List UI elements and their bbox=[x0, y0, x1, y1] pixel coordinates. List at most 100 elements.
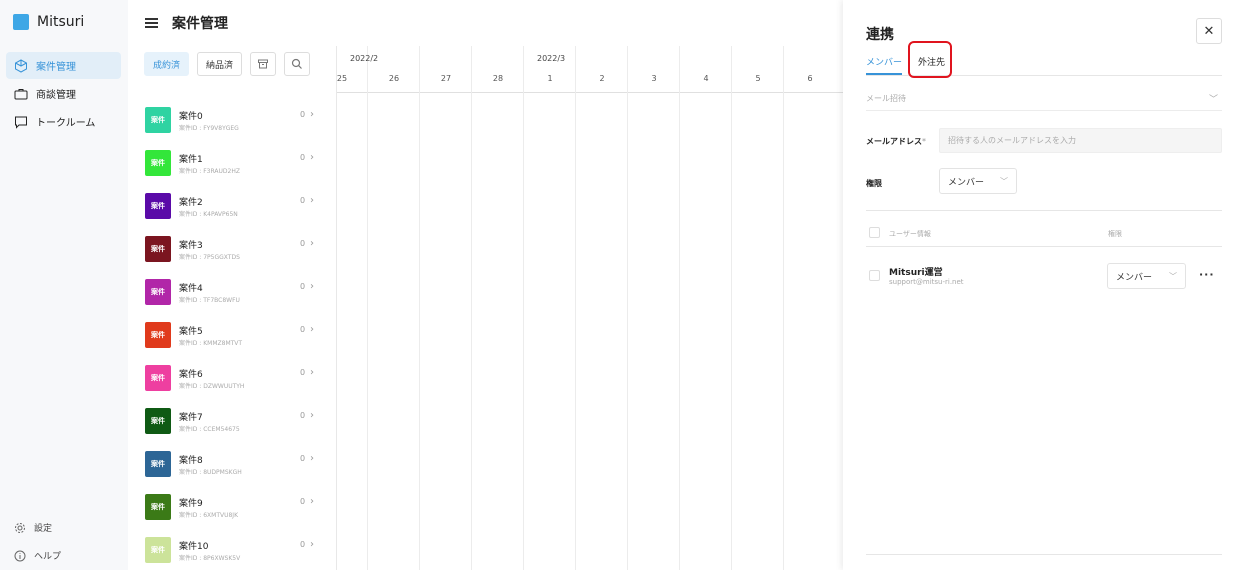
chevron-right-icon[interactable]: › bbox=[310, 324, 314, 335]
list-item[interactable]: 案件 案件9 案件ID : 6XMTVU8JK 0 › bbox=[144, 490, 320, 533]
case-badge: 案件 bbox=[145, 494, 171, 520]
app-window: Mitsuri 案件管理 商談管理 トークルーム 設定 ヘルプ 案件管理 成約済… bbox=[0, 0, 1236, 570]
list-item[interactable]: 案件 案件6 案件ID : DZWWUUTYH 0 › bbox=[144, 361, 320, 404]
email-field[interactable]: 招待する人のメールアドレスを入力 bbox=[939, 128, 1222, 153]
chevron-right-icon[interactable]: › bbox=[310, 453, 314, 464]
filter-contracted-button[interactable]: 成約済 bbox=[144, 52, 190, 76]
gantt-chart: 25 26 27 28 1 2 3 4 5 6 2022/2 2022/3 bbox=[336, 46, 844, 570]
chevron-right-icon[interactable]: › bbox=[310, 539, 314, 550]
chevron-down-icon: ﹀ bbox=[1000, 176, 1008, 186]
user-role-value: メンバー bbox=[1116, 272, 1153, 283]
brand[interactable]: Mitsuri bbox=[13, 14, 84, 30]
case-title: 案件8 bbox=[179, 456, 203, 466]
search-button[interactable] bbox=[284, 52, 311, 76]
gantt-day-gridline bbox=[731, 46, 732, 570]
case-id: 案件ID : DZWWUUTYH bbox=[179, 383, 245, 390]
page-title: 案件管理 bbox=[172, 16, 228, 32]
tab-members[interactable]: メンバー bbox=[866, 55, 902, 68]
chevron-right-icon[interactable]: › bbox=[310, 410, 314, 421]
list-item[interactable]: 案件 案件7 案件ID : CCEM54675 0 › bbox=[144, 404, 320, 447]
gantt-day-label: 26 bbox=[388, 74, 400, 83]
case-id: 案件ID : TF7BC8WFU bbox=[179, 297, 240, 304]
integration-panel: 連携 ✕ メンバー 外注先 メール招待 ﹀ メールアドレス* 招待する人のメール… bbox=[843, 0, 1236, 570]
list-item[interactable]: 案件 案件2 案件ID : K4PAVP65N 0 › bbox=[144, 189, 320, 232]
chevron-down-icon: ﹀ bbox=[1169, 271, 1177, 281]
column-header-user: ユーザー情報 bbox=[889, 230, 931, 238]
close-button[interactable]: ✕ bbox=[1196, 18, 1222, 44]
sidebar-item-settings[interactable]: 設定 bbox=[14, 521, 52, 534]
email-invite-section-label[interactable]: メール招待 bbox=[866, 93, 906, 104]
sidebar-item-case-management[interactable]: 案件管理 bbox=[6, 52, 121, 79]
logo-icon bbox=[13, 14, 29, 30]
case-title: 案件4 bbox=[179, 284, 203, 294]
case-id: 案件ID : 6XMTVU8JK bbox=[179, 512, 239, 519]
help-label: ヘルプ bbox=[34, 552, 62, 562]
gantt-day-gridline bbox=[419, 46, 420, 570]
chevron-right-icon[interactable]: › bbox=[310, 195, 314, 206]
panel-title: 連携 bbox=[866, 27, 894, 43]
gantt-day-label: 6 bbox=[807, 74, 813, 83]
user-name: Mitsuri運営 bbox=[889, 268, 943, 278]
case-title: 案件2 bbox=[179, 198, 203, 208]
search-icon bbox=[291, 58, 302, 69]
panel-bottom-divider bbox=[866, 554, 1222, 555]
topbar: 案件管理 bbox=[128, 0, 843, 46]
list-item[interactable]: 案件 案件4 案件ID : TF7BC8WFU 0 › bbox=[144, 275, 320, 318]
case-count: 0 bbox=[300, 454, 306, 463]
sidebar-item-help[interactable]: ヘルプ bbox=[14, 549, 61, 562]
form-divider bbox=[866, 210, 1222, 211]
chat-icon bbox=[15, 116, 27, 129]
section-divider bbox=[866, 110, 1222, 111]
gantt-month-label: 2022/3 bbox=[537, 54, 566, 63]
case-id: 案件ID : 8UDPMSKGH bbox=[179, 469, 242, 476]
gantt-day-label: 1 bbox=[547, 74, 553, 83]
sidebar-item-talk-room[interactable]: トークルーム bbox=[6, 108, 121, 135]
user-row-checkbox[interactable] bbox=[869, 270, 880, 281]
list-item[interactable]: 案件 案件1 案件ID : F3RAUD2HZ 0 › bbox=[144, 146, 320, 189]
list-item[interactable]: 案件 案件0 案件ID : FY9V8YGEG 0 › bbox=[144, 103, 320, 146]
hamburger-menu-icon[interactable] bbox=[145, 18, 158, 28]
gantt-day-gridline bbox=[471, 46, 472, 570]
user-role-select[interactable]: メンバー ﹀ bbox=[1107, 263, 1186, 289]
chevron-right-icon[interactable]: › bbox=[310, 109, 314, 120]
case-title: 案件5 bbox=[179, 327, 203, 337]
gantt-month-label: 2022/2 bbox=[350, 54, 379, 63]
chevron-right-icon[interactable]: › bbox=[310, 281, 314, 292]
gantt-day-label: 3 bbox=[651, 74, 657, 83]
archive-icon bbox=[258, 59, 269, 69]
case-badge: 案件 bbox=[145, 193, 171, 219]
chevron-down-icon[interactable]: ﹀ bbox=[1209, 92, 1218, 105]
gantt-day-label: 5 bbox=[755, 74, 761, 83]
list-item[interactable]: 案件 案件10 案件ID : 8P6XWSK5V 0 › bbox=[144, 533, 320, 570]
archive-button[interactable] bbox=[250, 52, 277, 76]
brand-name: Mitsuri bbox=[37, 14, 85, 30]
gantt-day-gridline bbox=[679, 46, 680, 570]
case-badge: 案件 bbox=[145, 537, 171, 563]
chevron-right-icon[interactable]: › bbox=[310, 238, 314, 249]
case-title: 案件0 bbox=[179, 112, 203, 122]
user-email: support@mitsu-ri.net bbox=[889, 278, 964, 286]
list-item[interactable]: 案件 案件3 案件ID : 7P5GGXTDS 0 › bbox=[144, 232, 320, 275]
chevron-right-icon[interactable]: › bbox=[310, 367, 314, 378]
select-all-checkbox[interactable] bbox=[869, 227, 880, 238]
case-id: 案件ID : 8P6XWSK5V bbox=[179, 555, 241, 562]
case-id: 案件ID : F3RAUD2HZ bbox=[179, 168, 240, 175]
case-title: 案件6 bbox=[179, 370, 203, 380]
sidebar-item-label: 案件管理 bbox=[36, 62, 76, 73]
list-item[interactable]: 案件 案件5 案件ID : KMMZ8MTVT 0 › bbox=[144, 318, 320, 361]
chevron-right-icon[interactable]: › bbox=[310, 496, 314, 507]
gear-icon bbox=[15, 522, 25, 533]
sidebar-item-deal-management[interactable]: 商談管理 bbox=[6, 80, 121, 107]
list-item[interactable]: 案件 案件8 案件ID : 8UDPMSKGH 0 › bbox=[144, 447, 320, 490]
gantt-day-label: 27 bbox=[440, 74, 452, 83]
role-select[interactable]: メンバー ﹀ bbox=[939, 168, 1017, 194]
gantt-day-gridline bbox=[627, 46, 628, 570]
case-id: 案件ID : CCEM54675 bbox=[179, 426, 240, 433]
case-id: 案件ID : 7P5GGXTDS bbox=[179, 254, 240, 261]
chevron-right-icon[interactable]: › bbox=[310, 152, 314, 163]
more-options-icon[interactable]: ··· bbox=[1199, 268, 1215, 281]
filter-delivered-button[interactable]: 納品済 bbox=[197, 52, 243, 76]
highlight-annotation bbox=[908, 41, 952, 78]
table-header-divider bbox=[866, 246, 1222, 247]
case-count: 0 bbox=[300, 153, 306, 162]
